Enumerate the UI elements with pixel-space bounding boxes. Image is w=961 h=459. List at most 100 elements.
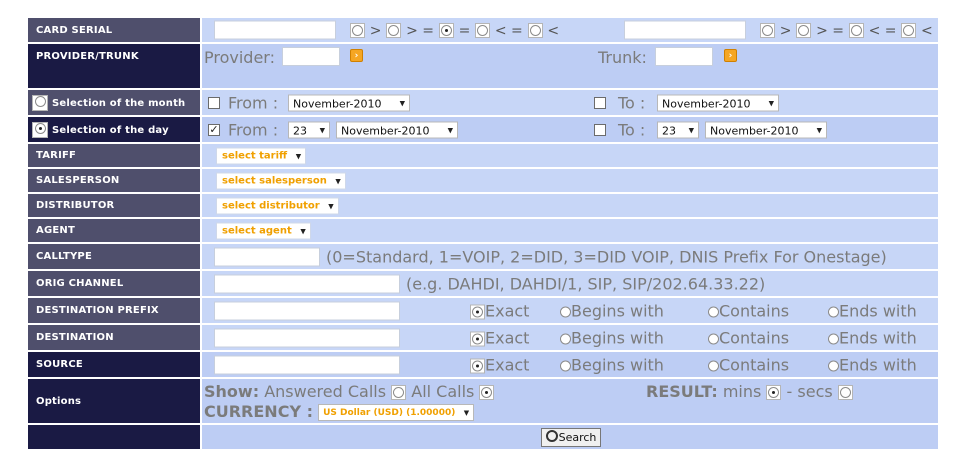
day-to-label: To : xyxy=(618,120,646,139)
destination-ends-radio[interactable] xyxy=(828,333,839,344)
show-label: Show: xyxy=(204,382,260,401)
calltype-input[interactable] xyxy=(214,247,320,266)
row-calltype: CALLTYPE (0=Standard, 1=VOIP, 2=DID, 3=D… xyxy=(28,244,938,269)
row-orig-channel: ORIG CHANNEL (e.g. DAHDI, DAHDI/1, SIP, … xyxy=(28,271,938,296)
mins-label: mins xyxy=(722,382,762,401)
row-card-serial: CARD SERIAL > > = = < = < > > = < = < xyxy=(28,18,938,42)
source-cell: Exact Begins with Contains Ends with xyxy=(202,352,938,377)
trunk-lookup-icon[interactable]: › xyxy=(724,49,737,62)
destination-input[interactable] xyxy=(214,328,400,347)
destination-begins: Begins with xyxy=(560,328,664,347)
provider-input[interactable] xyxy=(282,47,340,66)
contains-label: Contains xyxy=(719,328,790,347)
destination-contains-radio[interactable] xyxy=(708,333,719,344)
agent-cell: select agent xyxy=(202,219,938,242)
month-to-checkbox[interactable] xyxy=(594,96,606,109)
destination-begins-radio[interactable] xyxy=(560,333,571,344)
op1-gt-radio[interactable] xyxy=(350,23,365,38)
card-serial-to-input[interactable] xyxy=(624,20,746,40)
op-gt-label: > xyxy=(779,23,792,39)
destination-contains: Contains xyxy=(708,328,789,347)
all-calls-radio[interactable] xyxy=(479,385,495,400)
month-from-checkbox[interactable] xyxy=(208,96,220,109)
day-from-day-select[interactable]: 23 xyxy=(288,121,330,139)
source-contains-radio[interactable] xyxy=(708,360,719,371)
answered-radio[interactable] xyxy=(391,385,407,400)
tariff-select[interactable]: select tariff xyxy=(216,147,307,164)
card-serial-ops-2: > > = < = < xyxy=(760,21,933,39)
agent-select[interactable]: select agent xyxy=(216,222,311,239)
orig-channel-input[interactable] xyxy=(214,274,400,293)
show-group: Show: Answered Calls All Calls xyxy=(204,382,495,401)
provider-lookup-icon[interactable]: › xyxy=(350,49,363,62)
dest-prefix-begins-radio[interactable] xyxy=(560,306,571,317)
secs-radio[interactable] xyxy=(837,385,853,400)
dest-prefix-input[interactable] xyxy=(214,301,400,320)
dest-prefix-exact-radio[interactable] xyxy=(470,304,485,319)
search-button[interactable]: Search xyxy=(540,428,602,447)
source-begins-radio[interactable] xyxy=(560,360,571,371)
calltype-cell: (0=Standard, 1=VOIP, 2=DID, 3=DID VOIP, … xyxy=(202,244,938,269)
currency-label: CURRENCY : xyxy=(204,402,313,421)
label-options: Options xyxy=(28,379,202,423)
op-ge-label: > = xyxy=(816,23,844,39)
salesperson-select[interactable]: select salesperson xyxy=(216,172,346,189)
mins-radio[interactable] xyxy=(766,385,782,400)
month-mode-radio[interactable] xyxy=(32,94,48,111)
op1-eq-radio[interactable] xyxy=(438,23,454,38)
row-distributor: DISTRIBUTOR select distributor xyxy=(28,194,938,217)
label-card-serial: CARD SERIAL xyxy=(28,18,202,42)
month-to-select[interactable]: November-2010 xyxy=(657,94,779,112)
source-input[interactable] xyxy=(214,355,400,374)
day-from-checkbox[interactable]: ✓ xyxy=(208,123,220,136)
search-cell: Search xyxy=(202,425,938,449)
op1-ge-radio[interactable] xyxy=(386,23,402,38)
options-cell: Show: Answered Calls All Calls RESULT: m… xyxy=(202,379,938,423)
op2-gt-radio[interactable] xyxy=(760,23,775,38)
day-cell: ✓ From : 23 November-2010 To : 23 Novemb… xyxy=(202,117,938,142)
op1-le-radio[interactable] xyxy=(475,23,491,38)
row-source: SOURCE Exact Begins with Contains Ends w… xyxy=(28,352,938,377)
currency-select[interactable]: US Dollar (USD) (1.00000) xyxy=(318,404,475,422)
op1-lt-radio[interactable] xyxy=(527,23,543,38)
card-serial-from-input[interactable] xyxy=(214,20,336,40)
provider-trunk-cell: Provider: › Trunk: › xyxy=(202,44,938,88)
op2-eq-radio[interactable] xyxy=(848,23,864,38)
op-le-label: < = xyxy=(494,23,523,39)
day-to-month-select[interactable]: November-2010 xyxy=(705,121,827,139)
orig-channel-hint: (e.g. DAHDI, DAHDI/1, SIP, SIP/202.64.33… xyxy=(406,274,766,293)
day-mode-radio[interactable] xyxy=(32,121,48,138)
destination-exact-radio[interactable] xyxy=(470,331,485,346)
row-agent: AGENT select agent xyxy=(28,219,938,242)
row-options: Options Show: Answered Calls All Calls R… xyxy=(28,379,938,423)
day-to-checkbox[interactable] xyxy=(594,123,606,136)
secs-label: - secs xyxy=(786,382,833,401)
op2-ge-radio[interactable] xyxy=(796,23,812,38)
source-exact-radio[interactable] xyxy=(470,358,485,373)
exact-label: Exact xyxy=(485,355,530,374)
dest-prefix-begins: Begins with xyxy=(560,301,664,320)
month-from-label: From : xyxy=(228,93,279,112)
card-serial-ops-1: > > = = < = < xyxy=(350,21,559,39)
source-ends-radio[interactable] xyxy=(828,360,839,371)
op-lt-label: < xyxy=(921,23,933,39)
dest-prefix-ends-radio[interactable] xyxy=(828,306,839,317)
source-ends: Ends with xyxy=(828,355,917,374)
day-from-month-select[interactable]: November-2010 xyxy=(336,121,458,139)
dest-prefix-contains-radio[interactable] xyxy=(708,306,719,317)
trunk-input[interactable] xyxy=(655,47,713,66)
distributor-cell: select distributor xyxy=(202,194,938,217)
distributor-select[interactable]: select distributor xyxy=(216,197,339,214)
month-cell: From : November-2010 To : November-2010 xyxy=(202,90,938,115)
dest-prefix-ends: Ends with xyxy=(828,301,917,320)
card-serial-cell: > > = = < = < > > = < = < xyxy=(202,18,938,42)
day-to-day-select[interactable]: 23 xyxy=(657,121,699,139)
row-search: Search xyxy=(28,425,938,449)
search-label-cell xyxy=(28,425,202,449)
row-salesperson: SALESPERSON select salesperson xyxy=(28,169,938,192)
label-tariff: TARIFF xyxy=(28,144,202,167)
source-exact: Exact xyxy=(470,355,529,374)
month-from-select[interactable]: November-2010 xyxy=(288,94,410,112)
op2-lt-radio[interactable] xyxy=(901,23,917,38)
label-month: Selection of the month xyxy=(28,90,202,115)
